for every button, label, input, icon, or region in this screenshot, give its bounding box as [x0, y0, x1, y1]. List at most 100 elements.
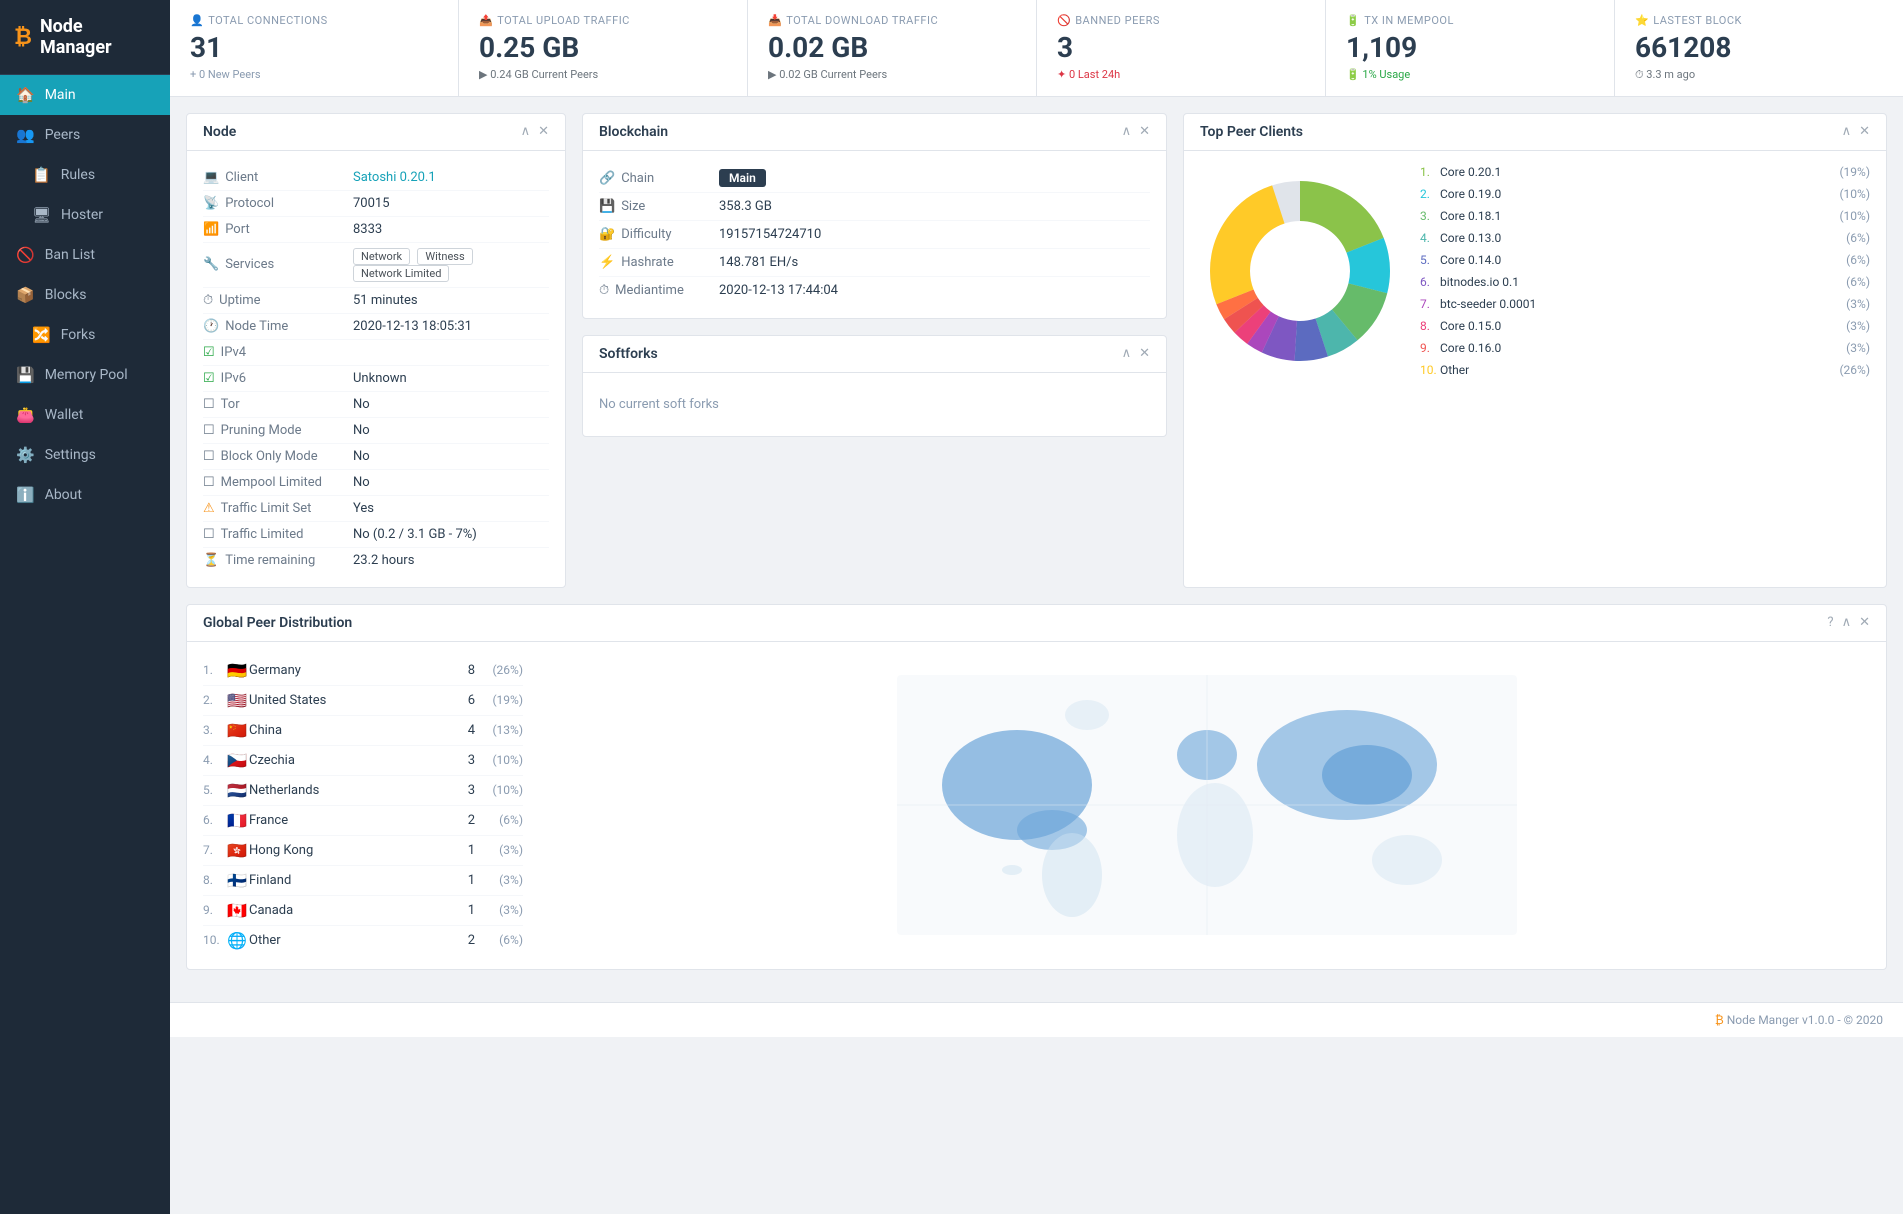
tag-witness: Witness: [417, 248, 472, 265]
peer-clients-close-icon[interactable]: ✕: [1859, 124, 1870, 139]
bc-label-difficulty: 🔐 Difficulty: [599, 227, 719, 242]
bc-value-hashrate: 148.781 EH/s: [719, 255, 798, 270]
node-value-nodetime: 2020-12-13 18:05:31: [353, 319, 549, 334]
cards-row-1: Node ∧ ✕ 💻 Client Satoshi 0.20.1 📡 Proto…: [186, 113, 1887, 588]
global-collapse-icon[interactable]: ∧: [1842, 615, 1852, 630]
node-value-protocol: 70015: [353, 196, 549, 211]
sidebar-item-main[interactable]: 🏠 Main: [0, 75, 170, 115]
softforks-close-icon[interactable]: ✕: [1139, 346, 1150, 361]
block-icon: ⭐: [1635, 14, 1649, 27]
node-value-services: Network Witness Network Limited: [353, 248, 549, 282]
softforks-collapse-icon[interactable]: ∧: [1122, 346, 1132, 361]
mediantime-icon: ⏱: [599, 283, 609, 298]
about-icon: ℹ️: [16, 486, 35, 504]
sidebar-item-ban-list[interactable]: 🚫 Ban List: [0, 235, 170, 275]
memory-pool-icon: 💾: [16, 366, 35, 384]
bc-value-difficulty: 19157154724710: [719, 227, 821, 242]
stat-sub-block: ⏱ 3.3 m ago: [1635, 68, 1883, 82]
sidebar-label-about: About: [45, 487, 82, 503]
sidebar-label-blocks: Blocks: [45, 287, 87, 303]
node-label-ipv6: ☑ IPv6: [203, 371, 353, 386]
peer-row-9: 9. Core 0.16.0 (3%): [1420, 337, 1870, 359]
hoster-icon: 🖥: [32, 206, 51, 224]
node-row-pruning: ☐ Pruning Mode No: [203, 418, 549, 444]
node-value-traffic-limited: No (0.2 / 3.1 GB - 7%): [353, 527, 549, 542]
stat-sub-banned: ✦ 0 Last 24h: [1057, 68, 1305, 81]
softforks-panel-body: No current soft forks: [583, 373, 1166, 436]
node-close-icon[interactable]: ✕: [538, 124, 549, 139]
wallet-icon: 👛: [16, 406, 35, 424]
sidebar-label-settings: Settings: [45, 447, 96, 463]
traffic-limited-icon: ☐: [203, 527, 215, 542]
peers-icon: 👥: [16, 126, 35, 144]
forks-icon: 🔀: [32, 326, 51, 344]
node-value-mempool-limited: No: [353, 475, 549, 490]
blockchain-close-icon[interactable]: ✕: [1139, 124, 1150, 139]
bc-row-chain: 🔗 Chain Main: [599, 165, 1150, 193]
country-row-7: 7. 🇭🇰 Hong Kong 1 (3%): [203, 836, 523, 866]
bc-label-size: 💾 Size: [599, 199, 719, 214]
global-help-icon[interactable]: ?: [1827, 615, 1833, 630]
bc-value-size: 358.3 GB: [719, 199, 772, 214]
node-value-pruning: No: [353, 423, 549, 438]
sidebar-item-rules[interactable]: 📋 Rules: [0, 155, 170, 195]
top-peer-clients-controls: ∧ ✕: [1842, 124, 1870, 139]
node-label-client: 💻 Client: [203, 170, 353, 185]
app-title: Node Manager: [40, 16, 156, 58]
node-value-traffic-limit-set: Yes: [353, 501, 549, 516]
sidebar-item-settings[interactable]: ⚙️ Settings: [0, 435, 170, 475]
softforks-panel-controls: ∧ ✕: [1122, 346, 1150, 361]
protocol-icon: 📡: [203, 196, 219, 211]
stat-label-connections: 👤 Total Connections: [190, 14, 438, 27]
stat-value-block: 661208: [1635, 31, 1883, 65]
node-panel: Node ∧ ✕ 💻 Client Satoshi 0.20.1 📡 Proto…: [186, 113, 566, 588]
peer-clients-collapse-icon[interactable]: ∧: [1842, 124, 1852, 139]
sidebar-item-memory-pool[interactable]: 💾 Memory Pool: [0, 355, 170, 395]
sidebar-label-forks: Forks: [61, 327, 96, 343]
sidebar-item-blocks[interactable]: 📦 Blocks: [0, 275, 170, 315]
mempool-limited-icon: ☐: [203, 475, 215, 490]
blockonly-icon: ☐: [203, 449, 215, 464]
middle-panels: Blockchain ∧ ✕ 🔗 Chain Main 💾 Size: [582, 113, 1167, 588]
global-panel-controls: ? ∧ ✕: [1827, 615, 1870, 630]
country-list: 1. 🇩🇪 Germany 8 (26%) 2. 🇺🇸 United State…: [203, 656, 523, 955]
blockchain-collapse-icon[interactable]: ∧: [1122, 124, 1132, 139]
sidebar-label-hoster: Hoster: [61, 207, 103, 223]
sidebar-item-wallet[interactable]: 👛 Wallet: [0, 395, 170, 435]
node-label-mempool-limited: ☐ Mempool Limited: [203, 475, 353, 490]
sidebar-item-hoster[interactable]: 🖥 Hoster: [0, 195, 170, 235]
content-area: Node ∧ ✕ 💻 Client Satoshi 0.20.1 📡 Proto…: [170, 97, 1903, 1002]
global-panel-body: 1. 🇩🇪 Germany 8 (26%) 2. 🇺🇸 United State…: [187, 642, 1886, 969]
chain-icon: 🔗: [599, 171, 615, 186]
bitcoin-icon: ₿: [14, 24, 32, 50]
sidebar-item-peers[interactable]: 👥 Peers: [0, 115, 170, 155]
global-peer-distribution-panel: Global Peer Distribution ? ∧ ✕ 1. 🇩🇪 Ger…: [186, 604, 1887, 970]
app-logo: ₿ Node Manager: [0, 0, 170, 75]
stat-value-mempool: 1,109: [1346, 31, 1594, 65]
tor-icon: ☐: [203, 397, 215, 412]
node-row-port: 📶 Port 8333: [203, 217, 549, 243]
mempool-icon: 🔋: [1346, 14, 1360, 27]
softforks-panel: Softforks ∧ ✕ No current soft forks: [582, 335, 1167, 437]
sidebar-label-rules: Rules: [61, 167, 95, 183]
size-icon: 💾: [599, 199, 615, 214]
sidebar-item-forks[interactable]: 🔀 Forks: [0, 315, 170, 355]
donut-area: 1. Core 0.20.1 (19%) 2. Core 0.19.0 (10%…: [1184, 151, 1886, 391]
node-collapse-icon[interactable]: ∧: [521, 124, 531, 139]
footer-version: Node Manger v1.0.0 - © 2020: [1727, 1013, 1883, 1027]
bc-row-difficulty: 🔐 Difficulty 19157154724710: [599, 221, 1150, 249]
peer-list: 1. Core 0.20.1 (19%) 2. Core 0.19.0 (10%…: [1420, 161, 1870, 381]
node-label-blockonly: ☐ Block Only Mode: [203, 449, 353, 464]
port-icon: 📶: [203, 222, 219, 237]
node-row-protocol: 📡 Protocol 70015: [203, 191, 549, 217]
nodetime-icon: 🕐: [203, 319, 219, 334]
country-row-8: 8. 🇫🇮 Finland 1 (3%): [203, 866, 523, 896]
bc-row-mediantime: ⏱ Mediantime 2020-12-13 17:44:04: [599, 277, 1150, 304]
global-close-icon[interactable]: ✕: [1859, 615, 1870, 630]
banned-icon: 🚫: [1057, 14, 1071, 27]
top-peer-clients-title: Top Peer Clients: [1200, 124, 1303, 140]
sidebar-item-about[interactable]: ℹ️ About: [0, 475, 170, 515]
sidebar: ₿ Node Manager 🏠 Main 👥 Peers 📋 Rules 🖥 …: [0, 0, 170, 1214]
donut-chart: [1200, 171, 1400, 371]
footer-btc-icon: ₿: [1715, 1013, 1724, 1027]
